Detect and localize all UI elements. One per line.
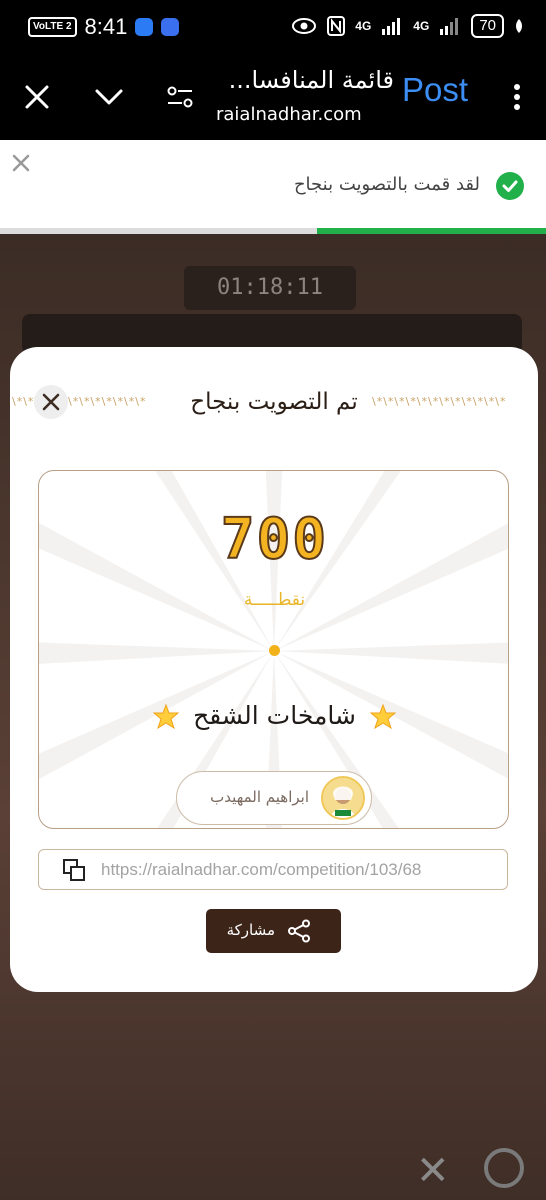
battery-indicator: 70 xyxy=(471,14,504,38)
toast-progress-track xyxy=(0,228,546,234)
group-name-line: شامخات الشقح xyxy=(39,701,508,730)
status-time: 8:41 xyxy=(84,14,128,39)
copy-icon[interactable] xyxy=(63,859,85,881)
gold-dot xyxy=(269,645,280,656)
settings-sliders-icon[interactable] xyxy=(166,84,194,110)
chevron-down-icon[interactable] xyxy=(94,86,124,108)
share-url-text: https://raialnadhar.com/competition/103/… xyxy=(101,860,422,879)
status-bar: VoLTE 2 8:41 4G 4G 70 xyxy=(0,0,546,56)
app-notification-icon xyxy=(161,18,180,36)
x-social-icon[interactable]: ✕ xyxy=(416,1148,450,1194)
vote-success-modal: \*\*\*\*\*\*\*\*\*\*\*\* \*\*\*\*\*\*\*\… xyxy=(10,347,538,992)
browser-toolbar: قائمة المنافسا... raialnadhar.com Post xyxy=(0,56,546,140)
whatsapp-icon[interactable] xyxy=(484,1148,524,1188)
countdown-timer: 01:18:11 xyxy=(184,266,356,310)
nfc-icon xyxy=(327,16,346,36)
star-icon xyxy=(153,704,180,730)
share-url-field[interactable]: https://raialnadhar.com/competition/103/… xyxy=(38,849,508,890)
share-icon xyxy=(288,919,310,943)
check-circle-icon xyxy=(496,172,524,200)
avatar xyxy=(321,776,365,820)
more-vert-icon[interactable] xyxy=(512,82,522,112)
toast-message: لقد قمت بالتصويت بنجاح xyxy=(293,174,480,195)
points-label: نقطـــــة xyxy=(243,590,306,610)
signal-1-label: 4G xyxy=(355,19,372,33)
volte-badge: VoLTE 2 xyxy=(28,17,77,37)
signal-bars-icon xyxy=(382,18,401,35)
share-button-label: مشاركة xyxy=(226,921,275,939)
status-right: 4G 4G 70 xyxy=(291,14,524,38)
close-icon[interactable] xyxy=(24,84,50,110)
member-name: ابراهيم المهيدب xyxy=(210,788,309,806)
modal-title: تم التصويت بنجاح xyxy=(190,389,358,415)
group-name: شامخات الشقح xyxy=(193,701,356,730)
member-pill: ابراهيم المهيدب xyxy=(176,771,372,825)
post-button[interactable]: Post xyxy=(402,71,468,109)
points-value: 700 xyxy=(220,506,329,573)
success-toast: لقد قمت بالتصويت بنجاح xyxy=(0,140,546,234)
eye-icon xyxy=(292,18,317,34)
star-icon xyxy=(369,704,396,730)
page-url[interactable]: raialnadhar.com xyxy=(216,104,362,125)
signal-bars-2-icon xyxy=(440,18,459,35)
points-card: 700 نقطـــــة شامخات الشقح ابراهيم المهي… xyxy=(38,470,509,829)
share-button[interactable]: مشاركة xyxy=(206,909,341,953)
leaf-icon xyxy=(516,19,522,33)
messenger-notification-icon xyxy=(135,18,154,36)
toast-progress-fill xyxy=(316,228,546,234)
status-left: VoLTE 2 8:41 xyxy=(28,14,180,40)
signal-2-label: 4G xyxy=(413,19,430,33)
page-title: قائمة المنافسا... xyxy=(228,66,394,94)
toast-close-icon[interactable] xyxy=(12,154,30,172)
